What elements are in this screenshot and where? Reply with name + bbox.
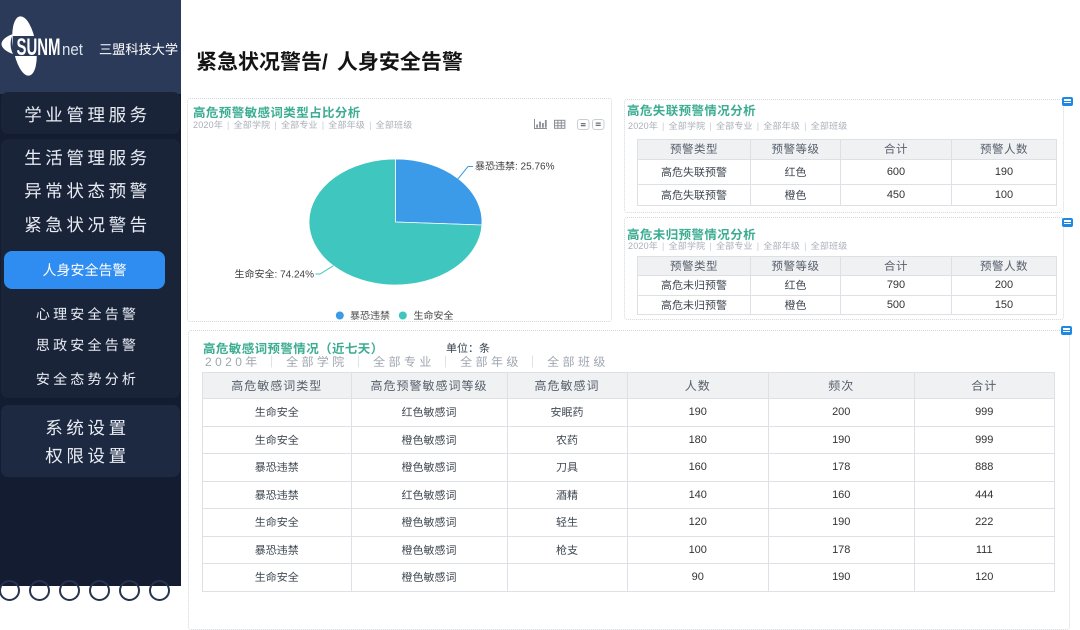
svg-text:暴恐违禁: 暴恐违禁 — [350, 310, 390, 321]
svg-text:生命安全: 74.24%: 生命安全: 74.24% — [235, 269, 315, 281]
svg-text:SUNM: SUNM — [17, 34, 61, 61]
svg-text:net: net — [62, 41, 83, 59]
svg-text:生命安全: 生命安全 — [414, 310, 454, 321]
svg-text:暴恐违禁: 25.76%: 暴恐违禁: 25.76% — [475, 161, 555, 173]
